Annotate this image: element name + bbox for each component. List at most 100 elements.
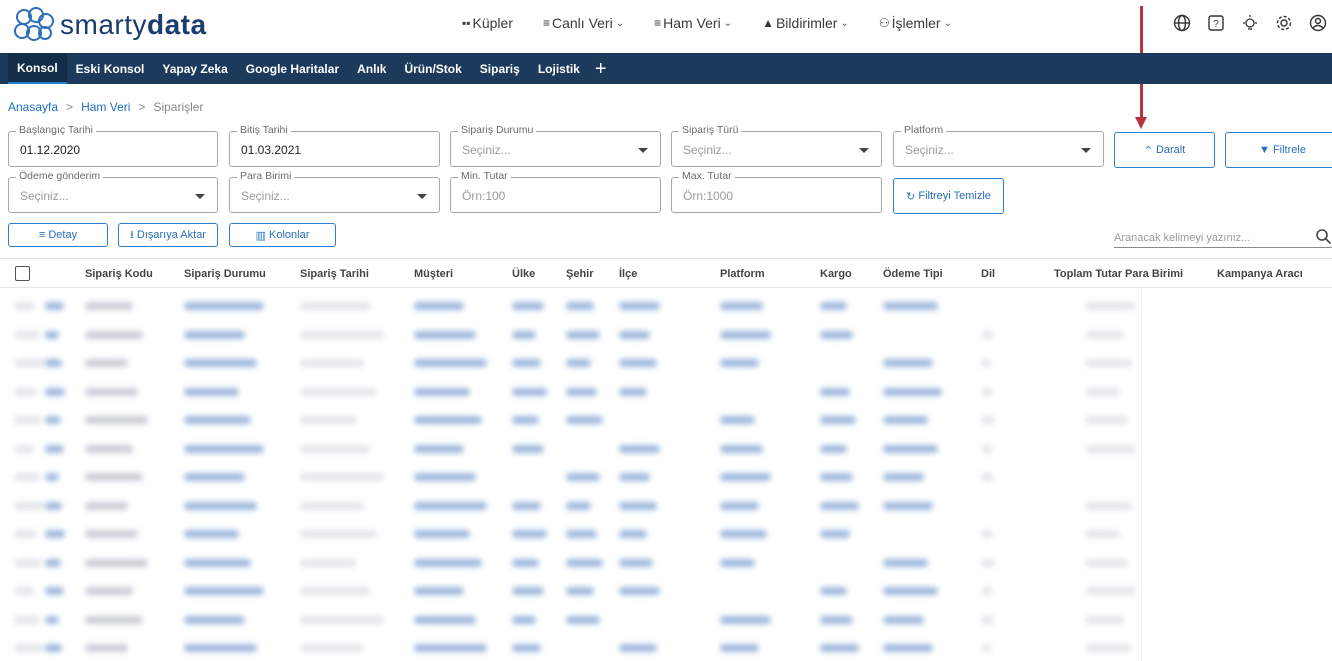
topnav-notifications[interactable]: ▲ Bildirimler ⌄ [762,15,849,31]
blurred-cell [619,558,654,567]
blurred-cell [45,444,64,453]
topnav-operations[interactable]: ⚇ İşlemler ⌄ [879,15,952,31]
caret-down-icon [859,148,869,153]
search-icon[interactable] [1315,228,1332,250]
breadcrumb-raw-data[interactable]: Ham Veri [81,100,130,114]
blurred-cell [414,416,482,424]
max-amount-field[interactable]: Max. Tutar Örn:1000 [671,170,882,213]
col-cargo[interactable]: Kargo [820,268,852,280]
topnav-cubes[interactable]: ▪▪ Küpler [462,15,513,31]
filter-button[interactable]: ▼ Filtrele [1225,132,1332,168]
blurred-cell [300,644,364,652]
blurred-cell [512,359,542,367]
table-row[interactable] [0,410,1332,438]
gear-icon[interactable] [1274,13,1294,33]
col-order-code[interactable]: Sipariş Kodu [85,268,153,280]
table-row[interactable] [0,524,1332,552]
user-icon[interactable] [1308,13,1328,33]
end-date-field[interactable]: Bitiş Tarihi 01.03.2021 [229,124,440,167]
blurred-cell [14,530,38,538]
breadcrumb: Anasayfa > Ham Veri > Siparişler [8,100,203,114]
table-row[interactable] [0,296,1332,324]
table-row[interactable] [0,382,1332,410]
col-currency[interactable]: Para Birimi [1125,268,1183,280]
blurred-cell [820,473,853,481]
table-row[interactable] [0,581,1332,609]
payment-dispatch-select[interactable]: Ödeme gönderim Seçiniz... [8,170,218,213]
blurred-cell [85,615,144,624]
nav-konsol[interactable]: Konsol [8,53,67,84]
blurred-cell [300,615,384,624]
order-status-select[interactable]: Sipariş Durumu Seçiniz... [450,124,661,167]
nav-urun-stok[interactable]: Ürün/Stok [395,53,470,84]
blurred-cell [14,387,38,396]
table-row[interactable] [0,496,1332,524]
order-type-select[interactable]: Sipariş Türü Seçiniz... [671,124,882,167]
col-platform[interactable]: Platform [720,268,765,280]
nav-google-haritalar[interactable]: Google Haritalar [237,53,348,84]
col-language[interactable]: Dil [981,268,995,280]
col-order-status[interactable]: Sipariş Durumu [184,268,266,280]
platform-select[interactable]: Platform Seçiniz... [893,124,1104,167]
globe-icon[interactable] [1172,13,1192,33]
blurred-cell [85,587,134,595]
col-district[interactable]: İlçe [619,268,637,280]
brand-logo[interactable]: smartydata [12,7,207,43]
col-country[interactable]: Ülke [512,268,535,280]
topnav-raw-data[interactable]: ≡ Ham Veri ⌄ [654,15,732,31]
table-row[interactable] [0,610,1332,638]
search-input[interactable] [1114,229,1309,247]
breadcrumb-separator: > [138,100,146,114]
currency-select[interactable]: Para Birimi Seçiniz... [229,170,440,213]
blurred-cell [566,558,603,567]
nav-lojistik[interactable]: Lojistik [529,53,589,84]
table-row[interactable] [0,638,1332,661]
help-icon[interactable]: ? [1206,13,1226,33]
blurred-cell [14,473,40,481]
blurred-cell [820,530,850,538]
nav-eski-konsol[interactable]: Eski Konsol [67,53,154,84]
blurred-cell [414,530,471,538]
blurred-cell [981,558,996,567]
col-payment-type[interactable]: Ödeme Tipi [883,268,943,280]
topnav-live-data[interactable]: ≡ Canlı Veri ⌄ [543,15,624,31]
clear-filter-button[interactable]: ↻ Filtreyi Temizle [893,178,1004,214]
col-city[interactable]: Şehir [566,268,594,280]
blurred-cell [883,587,938,595]
detail-button[interactable]: ≡ Detay [8,223,108,247]
table-row[interactable] [0,439,1332,467]
select-all-checkbox[interactable] [15,266,30,281]
select-placeholder: Seçiniz... [683,143,732,157]
bulb-icon[interactable] [1240,13,1260,33]
col-order-date[interactable]: Sipariş Tarihi [300,268,369,280]
table-row[interactable] [0,467,1332,495]
add-tab-icon[interactable]: + [589,59,613,79]
blurred-cell [414,302,465,310]
collapse-button[interactable]: ⌃ Daralt [1114,132,1215,168]
blurred-cell [619,302,660,310]
blurred-cell [300,416,358,424]
table-row[interactable] [0,553,1332,581]
blurred-cell [820,444,847,453]
col-total[interactable]: Toplam Tutar [1054,268,1122,280]
start-date-field[interactable]: Başlangıç Tarihi 01.12.2020 [8,124,218,167]
nav-siparis[interactable]: Sipariş [471,53,529,84]
table-row[interactable] [0,353,1332,381]
blurred-cell [85,330,144,339]
nav-anlik[interactable]: Anlık [348,53,395,84]
blurred-cell [14,644,45,652]
col-campaign-tool[interactable]: Kampanya Aracı [1217,268,1303,280]
table-row[interactable] [0,325,1332,353]
export-button[interactable]: ⭳ Dışarıya Aktar [118,223,218,247]
min-amount-field[interactable]: Min. Tutar Örn:100 [450,170,661,213]
blurred-cell [14,587,35,595]
blurred-cell [300,387,378,396]
col-customer[interactable]: Müşteri [414,268,453,280]
columns-button[interactable]: ▥ Kolonlar [229,223,336,247]
breadcrumb-home[interactable]: Anasayfa [8,100,58,114]
table-body [0,288,1332,661]
nav-yapay-zeka[interactable]: Yapay Zeka [153,53,236,84]
blurred-cell [414,587,465,595]
field-label: Sipariş Türü [679,124,742,136]
brain-logo-icon [14,7,54,41]
